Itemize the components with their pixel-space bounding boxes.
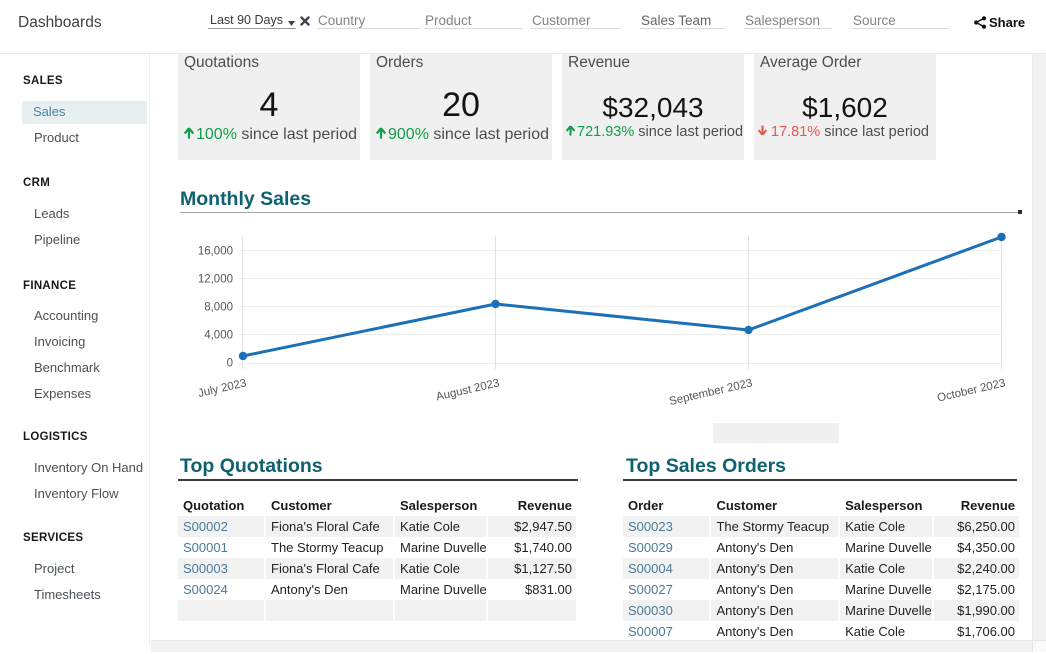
svg-text:4,000: 4,000 [204,330,233,342]
svg-text:July 2023: July 2023 [197,377,248,400]
svg-text:16,000: 16,000 [198,246,233,258]
svg-text:12,000: 12,000 [198,274,233,286]
svg-text:August 2023: August 2023 [435,377,501,403]
svg-text:October 2023: October 2023 [936,377,1007,404]
svg-text:8,000: 8,000 [204,302,233,314]
svg-text:0: 0 [227,358,233,370]
svg-text:September 2023: September 2023 [668,377,754,408]
